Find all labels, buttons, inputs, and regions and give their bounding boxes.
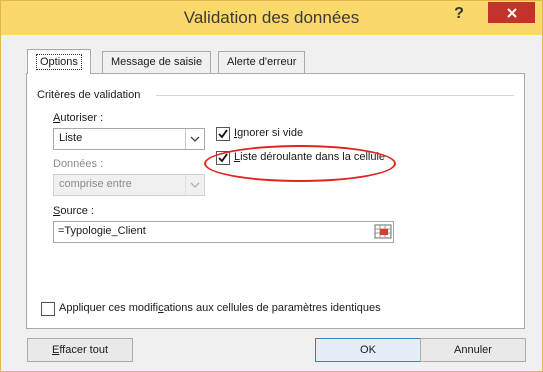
tab-error-alert[interactable]: Alerte d'erreur xyxy=(218,51,306,73)
checkmark-icon xyxy=(218,129,228,139)
apply-all-checkbox[interactable] xyxy=(41,302,55,316)
cancel-button[interactable]: Annuler xyxy=(420,338,526,362)
allow-label: Autoriser : xyxy=(53,112,104,124)
data-label: Données : xyxy=(53,158,104,170)
ok-button[interactable]: OK xyxy=(315,338,421,362)
ignore-blank-checkbox[interactable] xyxy=(216,127,230,141)
allow-select-value: Liste xyxy=(59,132,83,144)
chevron-down-icon xyxy=(185,175,204,195)
close-button[interactable] xyxy=(488,2,535,23)
source-input-value: =Typologie_Client xyxy=(58,225,146,237)
apply-all-label: Appliquer ces modifications aux cellules… xyxy=(59,302,381,314)
annotation-ellipse xyxy=(204,145,396,182)
data-select: comprise entre xyxy=(53,174,205,196)
title-bar: Validation des données ? xyxy=(1,1,542,35)
source-input[interactable]: =Typologie_Client xyxy=(53,221,394,243)
allow-select[interactable]: Liste xyxy=(53,128,205,150)
tab-options[interactable]: Options xyxy=(27,49,91,74)
range-select-icon[interactable] xyxy=(374,223,392,240)
group-divider xyxy=(156,95,514,96)
clear-all-button[interactable]: Effacer tout xyxy=(27,338,133,362)
chevron-down-icon[interactable] xyxy=(185,129,204,149)
validation-criteria-label: Critères de validation xyxy=(37,89,141,101)
ignore-blank-label: Ignorer si vide xyxy=(234,127,304,139)
close-icon xyxy=(506,8,517,18)
data-validation-dialog: Validation des données ? Options Message… xyxy=(0,0,543,372)
tab-options-label: Options xyxy=(36,54,82,70)
help-button[interactable]: ? xyxy=(448,5,470,25)
data-select-value: comprise entre xyxy=(59,178,132,190)
tab-input-message[interactable]: Message de saisie xyxy=(102,51,212,73)
source-label: Source : xyxy=(53,205,94,217)
